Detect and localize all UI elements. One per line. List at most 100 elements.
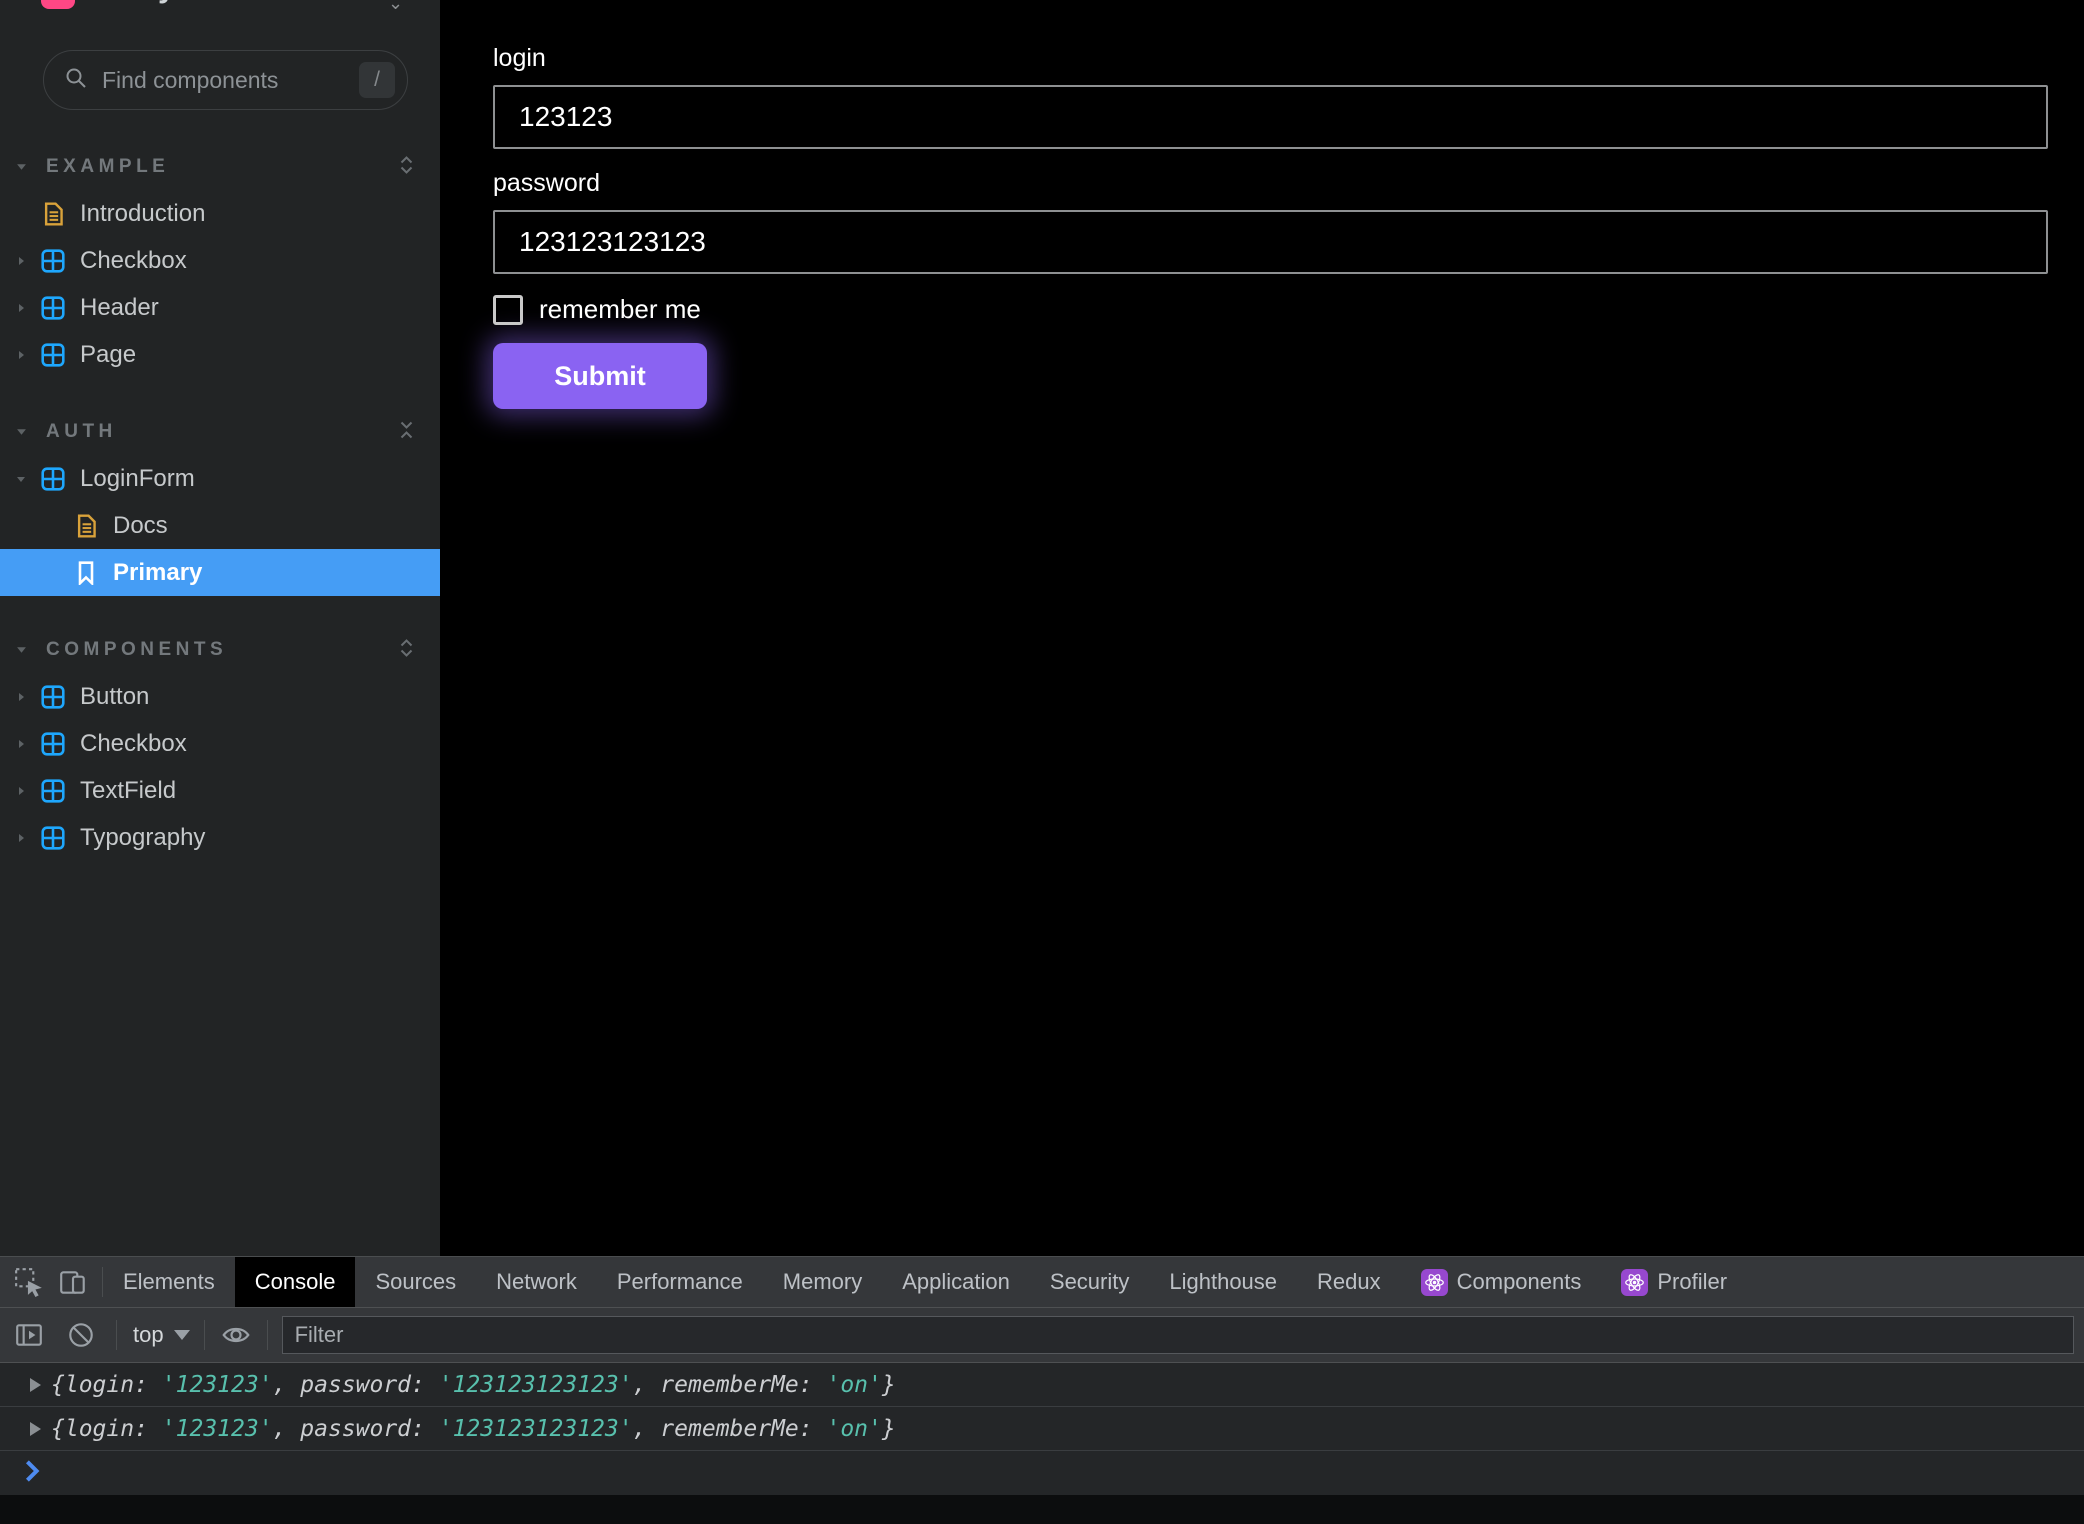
sidebar-item-introduction[interactable]: Introduction [0,190,440,237]
storybook-wordmark: Storybook [92,0,254,5]
divider [116,1320,117,1350]
component-icon [40,467,66,491]
devtools-tab-security[interactable]: Security [1030,1257,1149,1307]
sidebar-menu-icon[interactable]: ⌄ [388,0,403,14]
login-label: login [493,44,2084,73]
component-icon [40,732,66,756]
device-toolbar-icon[interactable] [58,1267,88,1297]
react-icon [1621,1269,1648,1296]
component-icon [40,826,66,850]
sidebar-item-checkbox-components[interactable]: Checkbox [0,720,440,767]
password-input[interactable] [493,210,2048,274]
preview-canvas: login password remember me Submit [440,0,2084,1256]
divider [204,1320,205,1350]
caret-down-icon [16,426,40,437]
devtools-tab-components[interactable]: Components [1401,1257,1602,1307]
remember-me-checkbox[interactable] [493,295,523,325]
remember-me-row: remember me [493,294,2084,325]
storybook-sidebar: Storybook ⌄ / EXAMPLE [0,0,440,1256]
context-selector[interactable]: top [133,1322,164,1348]
caret-right-icon[interactable] [16,739,40,749]
remember-me-label: remember me [539,294,701,325]
devtools-tab-elements[interactable]: Elements [103,1257,235,1307]
section-label: AUTH [46,421,117,443]
sidebar-item-page[interactable]: Page [0,331,440,378]
sidebar-item-textfield[interactable]: TextField [0,767,440,814]
console-filter-input[interactable] [282,1316,2074,1354]
caret-right-icon[interactable] [16,692,40,702]
sidebar-item-loginform-primary[interactable]: Primary [0,549,440,596]
devtools-tab-memory[interactable]: Memory [763,1257,882,1307]
search-icon [64,66,88,95]
component-search[interactable]: / [43,50,408,110]
doc-icon [40,202,66,226]
component-icon [40,685,66,709]
sidebar-item-loginform-docs[interactable]: Docs [0,502,440,549]
storybook-logo-icon[interactable] [41,0,75,9]
caret-down-icon[interactable] [16,474,40,484]
log-object-preview: {login: '123123', password: '12312312312… [51,1372,896,1398]
caret-right-icon[interactable] [16,256,40,266]
caret-right-icon[interactable] [16,833,40,843]
devtools-tab-network[interactable]: Network [476,1257,597,1307]
live-expression-eye-icon[interactable] [221,1320,251,1350]
expand-all-icon[interactable] [399,155,414,175]
clear-console-icon[interactable] [66,1320,96,1350]
section-example[interactable]: EXAMPLE [0,143,440,190]
section-label: EXAMPLE [46,156,169,178]
collapse-all-icon[interactable] [399,420,414,440]
devtools-tab-sources[interactable]: Sources [355,1257,476,1307]
brand-strip: Storybook ⌄ [0,0,440,14]
console-sidebar-icon[interactable] [14,1320,44,1350]
inspect-element-icon[interactable] [14,1267,44,1297]
screen: Storybook ⌄ / EXAMPLE [0,0,2084,1524]
sidebar-item-loginform[interactable]: LoginForm [0,455,440,502]
sidebar-tree: EXAMPLE Introduction Checkbox [0,143,440,861]
devtools-tab-profiler[interactable]: Profiler [1601,1257,1747,1307]
component-icon [40,296,66,320]
divider [267,1320,268,1350]
chevron-down-icon [174,1330,190,1340]
devtools-tab-lighthouse[interactable]: Lighthouse [1149,1257,1297,1307]
login-input[interactable] [493,85,2048,149]
console-prompt[interactable] [0,1451,2084,1495]
react-icon [1421,1269,1448,1296]
bookmark-icon [73,561,99,585]
devtools-tab-redux[interactable]: Redux [1297,1257,1401,1307]
component-icon [40,249,66,273]
login-form: login password remember me Submit [440,0,2084,409]
console-toolbar: top [0,1308,2084,1363]
devtools-tab-performance[interactable]: Performance [597,1257,763,1307]
sidebar-item-checkbox-example[interactable]: Checkbox [0,237,440,284]
caret-right-icon[interactable] [16,350,40,360]
section-label: COMPONENTS [46,639,227,661]
search-shortcut-badge: / [359,62,395,98]
caret-right-icon[interactable] [16,303,40,313]
devtools-panel: Elements Console Sources Network Perform… [0,1256,2084,1524]
component-icon [40,343,66,367]
sidebar-item-button[interactable]: Button [0,673,440,720]
expand-triangle-icon[interactable] [30,1378,41,1392]
password-label: password [493,169,2084,198]
console-bottom-strip [0,1495,2084,1524]
caret-right-icon[interactable] [16,786,40,796]
submit-button[interactable]: Submit [493,343,707,409]
sidebar-item-typography[interactable]: Typography [0,814,440,861]
console-log-row: {login: '123123', password: '12312312312… [0,1407,2084,1451]
expand-all-icon[interactable] [399,638,414,658]
section-components[interactable]: COMPONENTS [0,626,440,673]
caret-down-icon [16,644,40,655]
log-object-preview: {login: '123123', password: '12312312312… [51,1416,896,1442]
doc-icon [73,514,99,538]
devtools-tab-console[interactable]: Console [235,1257,356,1307]
sidebar-item-header[interactable]: Header [0,284,440,331]
expand-triangle-icon[interactable] [30,1422,41,1436]
caret-down-icon [16,161,40,172]
devtools-tab-application[interactable]: Application [882,1257,1030,1307]
devtools-tabbar: Elements Console Sources Network Perform… [0,1256,2084,1308]
console-log-row: {login: '123123', password: '12312312312… [0,1363,2084,1407]
prompt-chevron-icon [24,1460,40,1487]
section-auth[interactable]: AUTH [0,408,440,455]
component-icon [40,779,66,803]
search-input[interactable] [102,67,359,94]
